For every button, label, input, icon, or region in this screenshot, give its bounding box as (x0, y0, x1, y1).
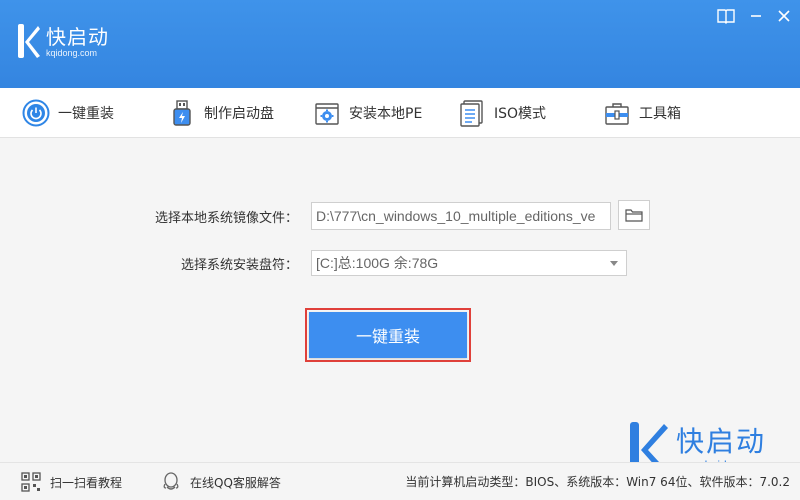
tab-label: ISO模式 (494, 106, 547, 122)
tab-label: 制作启动盘 (204, 106, 274, 122)
one-click-reinstall-button[interactable]: 一键重装 (309, 312, 467, 358)
scan-tutorial-label: 扫一扫看教程 (50, 475, 123, 490)
qr-code-icon (20, 471, 42, 493)
power-icon (22, 99, 50, 127)
tab-label: 一键重装 (58, 106, 114, 122)
footer-bar: 扫一扫看教程 在线QQ客服解答 当前计算机启动类型：BIOS、系统版本：Win7… (0, 462, 800, 500)
install-disk-select[interactable]: [C:]总:100G 余:78G (311, 250, 627, 276)
document-list-icon (458, 99, 486, 127)
toolbox-icon (603, 99, 631, 127)
gear-box-icon (313, 99, 341, 127)
system-status-text: 当前计算机启动类型：BIOS、系统版本：Win7 64位、软件版本：7.0.2 (405, 475, 790, 489)
tab-toolbox[interactable]: 工具箱 (603, 88, 681, 138)
book-icon[interactable] (716, 6, 736, 26)
tab-install-local-pe[interactable]: 安装本地PE (313, 88, 422, 138)
scan-tutorial-link[interactable]: 扫一扫看教程 (20, 463, 122, 500)
tab-make-boot-disk[interactable]: 制作启动盘 (168, 88, 274, 138)
folder-icon (625, 209, 643, 222)
app-name: 快启动 (46, 25, 109, 49)
browse-folder-button[interactable] (618, 200, 650, 230)
install-disk-value: [C:]总:100G 余:78G (316, 255, 439, 271)
reinstall-button-highlight: 一键重装 (305, 308, 471, 362)
close-icon[interactable] (774, 6, 794, 26)
tab-iso-mode[interactable]: ISO模式 (458, 88, 546, 138)
tab-one-click-reinstall[interactable]: 一键重装 (22, 88, 114, 138)
logo-k-icon (18, 24, 40, 58)
qq-icon (160, 471, 182, 493)
qq-support-label: 在线QQ客服解答 (190, 475, 281, 490)
main-tab-bar: 一键重装 制作启动盘 安装本地PE ISO模式 工具箱 (0, 88, 800, 138)
app-logo: 快启动 kqidong.com (16, 22, 109, 62)
chevron-down-icon (610, 261, 618, 266)
tab-label: 工具箱 (639, 106, 681, 122)
image-file-label: 选择本地系统镜像文件： (154, 211, 298, 226)
title-bar: 快启动 kqidong.com (0, 0, 800, 88)
app-url: kqidong.com (46, 48, 98, 58)
qq-support-link[interactable]: 在线QQ客服解答 (160, 463, 281, 500)
image-file-input[interactable]: D:\777\cn_windows_10_multiple_editions_v… (311, 202, 611, 230)
install-disk-label: 选择系统安装盘符： (180, 258, 298, 273)
tab-label: 安装本地PE (349, 106, 423, 122)
minimize-icon[interactable] (746, 6, 766, 26)
watermark-name: 快启动 (676, 425, 767, 458)
usb-drive-icon (168, 99, 196, 127)
